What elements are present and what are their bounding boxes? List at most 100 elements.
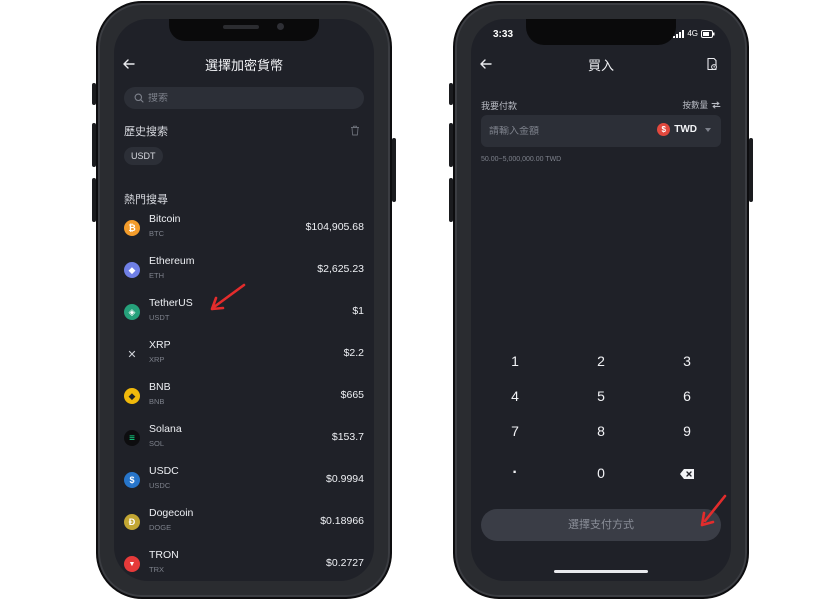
- coin-symbol: SOL: [149, 439, 165, 448]
- coin-price: $0.9994: [326, 473, 364, 485]
- coin-price: $0.18966: [320, 515, 364, 527]
- key-5[interactable]: 5: [571, 384, 631, 408]
- back-arrow-icon[interactable]: [122, 57, 136, 71]
- phone-left: 選擇加密貨幣 歷史搜索 USDT 熱門搜尋 ₿ Bitcoin BTC $104…: [92, 1, 396, 599]
- mute-switch: [449, 83, 453, 105]
- coin-price: $2.2: [343, 347, 364, 359]
- pay-label: 我要付款: [481, 101, 518, 111]
- coin-row-solana[interactable]: ≡ Solana SOL $153.7: [114, 423, 374, 465]
- home-indicator[interactable]: [554, 570, 648, 573]
- key-2[interactable]: 2: [571, 349, 631, 373]
- usdc-icon: $: [124, 472, 140, 488]
- twd-currency-icon: $: [657, 123, 671, 136]
- power-button: [749, 138, 753, 202]
- volume-down-button: [92, 178, 96, 222]
- key-8[interactable]: 8: [571, 419, 631, 443]
- coin-row-tron[interactable]: ▼ TRON TRX $0.2727: [114, 549, 374, 581]
- search-bar[interactable]: [124, 87, 364, 109]
- page-title: 買入: [587, 58, 614, 73]
- key-9[interactable]: 9: [657, 419, 717, 443]
- coin-row-dogecoin[interactable]: Ð Dogecoin DOGE $0.18966: [114, 507, 374, 549]
- key-3[interactable]: 3: [657, 349, 717, 373]
- coin-symbol: BTC: [149, 229, 164, 238]
- power-button: [392, 138, 396, 202]
- coin-name: BNB: [149, 381, 171, 393]
- coin-name: Solana: [149, 423, 182, 435]
- key-decimal[interactable]: ·: [485, 461, 545, 485]
- coin-symbol: USDT: [149, 313, 170, 322]
- tether-icon: ◈: [124, 304, 140, 320]
- screen-crypto-select: 選擇加密貨幣 歷史搜索 USDT 熱門搜尋 ₿ Bitcoin BTC $104…: [114, 19, 374, 581]
- notch: [526, 19, 676, 45]
- coin-row-xrp[interactable]: ✕ XRP XRP $2.2: [114, 339, 374, 381]
- volume-down-button: [449, 178, 453, 222]
- volume-up-button: [449, 123, 453, 167]
- dogecoin-icon: Ð: [124, 514, 140, 530]
- coin-name: TetherUS: [149, 297, 193, 309]
- coin-price: $665: [340, 389, 364, 401]
- coin-name: Ethereum: [149, 255, 195, 267]
- back-arrow-icon[interactable]: [479, 57, 493, 71]
- status-time: 3:33: [493, 29, 514, 40]
- camera: [277, 23, 284, 30]
- status-network: 4G: [673, 29, 715, 38]
- solana-icon: ≡: [124, 430, 140, 446]
- coin-name: USDC: [149, 465, 179, 477]
- annotation-arrow-icon: [210, 283, 246, 311]
- coin-name: Bitcoin: [149, 213, 181, 225]
- coin-name: Dogecoin: [149, 507, 194, 519]
- coin-row-usdc[interactable]: $ USDC USDC $0.9994: [114, 465, 374, 507]
- coin-name: XRP: [149, 339, 171, 351]
- order-history-icon[interactable]: [705, 57, 719, 71]
- volume-up-button: [92, 123, 96, 167]
- notch: [169, 19, 319, 41]
- coin-symbol: TRX: [149, 565, 164, 574]
- ethereum-icon: ◆: [124, 262, 140, 278]
- coin-price: $153.7: [331, 431, 364, 443]
- battery-icon: [701, 29, 715, 38]
- mute-switch: [92, 83, 96, 105]
- key-0[interactable]: 0: [571, 461, 631, 485]
- coin-price: $0.2727: [326, 557, 364, 569]
- key-4[interactable]: 4: [485, 384, 545, 408]
- bitcoin-icon: ₿: [124, 220, 140, 236]
- header: 選擇加密貨幣: [114, 55, 374, 79]
- amount-input[interactable]: [489, 125, 639, 137]
- swap-icon: [711, 101, 721, 109]
- coin-symbol: DOGE: [149, 523, 172, 532]
- by-quantity-toggle[interactable]: 按數量: [682, 99, 721, 111]
- backspace-icon: [680, 469, 694, 480]
- network-type: 4G: [687, 29, 698, 38]
- by-quantity-label: 按數量: [682, 100, 708, 110]
- coin-symbol: XRP: [149, 355, 165, 364]
- amount-range: 50.00~5,000,000.00 TWD: [481, 156, 562, 163]
- coin-row-bitcoin[interactable]: ₿ Bitcoin BTC $104,905.68: [114, 213, 374, 255]
- key-6[interactable]: 6: [657, 384, 717, 408]
- currency-code: TWD: [674, 124, 697, 135]
- key-1[interactable]: 1: [485, 349, 545, 373]
- xrp-icon: ✕: [127, 348, 137, 361]
- header: 買入: [471, 55, 731, 79]
- coin-symbol: BNB: [149, 397, 165, 406]
- key-7[interactable]: 7: [485, 419, 545, 443]
- coin-price: $104,905.68: [305, 221, 364, 233]
- key-backspace[interactable]: [657, 461, 717, 485]
- speaker: [223, 25, 259, 29]
- bnb-icon: ◆: [124, 388, 140, 404]
- page-title: 選擇加密貨幣: [204, 58, 283, 73]
- amount-field[interactable]: $ TWD: [481, 115, 721, 147]
- trash-icon[interactable]: [350, 125, 360, 136]
- chevron-down-icon: [705, 127, 711, 132]
- coin-name: TRON: [149, 549, 179, 561]
- history-title: 歷史搜索: [124, 126, 168, 138]
- select-payment-button[interactable]: 選擇支付方式: [481, 509, 721, 541]
- currency-selector[interactable]: $ TWD: [657, 123, 711, 136]
- search-icon: [134, 93, 144, 103]
- search-input[interactable]: [148, 92, 348, 104]
- coin-symbol: USDC: [149, 481, 171, 490]
- phone-right: 3:33 4G 買入 我要付款 按數量 請輸入金額 $ TWD 50.00~5,…: [449, 1, 753, 599]
- coin-row-bnb[interactable]: ◆ BNB BNB $665: [114, 381, 374, 423]
- coin-price: $2,625.23: [317, 263, 364, 275]
- screen-buy: 3:33 4G 買入 我要付款 按數量 請輸入金額 $ TWD 50.00~5,…: [471, 19, 731, 581]
- history-chip-usdt[interactable]: USDT: [124, 147, 163, 165]
